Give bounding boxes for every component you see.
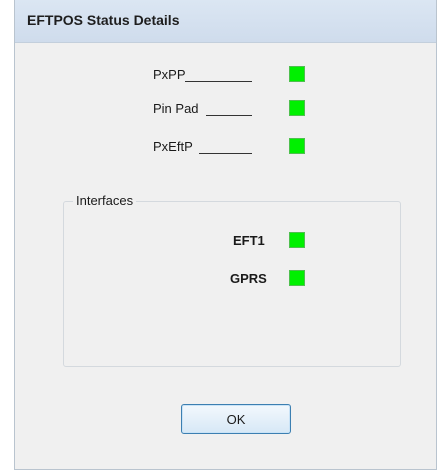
status-leader-line [185, 81, 252, 82]
interface-indicator-gprs [289, 270, 305, 286]
status-label-pxpp: PxPP [153, 67, 186, 82]
window-title: EFTPOS Status Details [27, 12, 180, 28]
status-leader-line [199, 153, 252, 154]
status-indicator-pin-pad [289, 100, 305, 116]
interface-label-eft1: EFT1 [233, 233, 265, 248]
status-indicator-pxeftp [289, 138, 305, 154]
status-label-pin-pad: Pin Pad [153, 101, 199, 116]
interface-indicator-eft1 [289, 232, 305, 248]
status-label-pxeftp: PxEftP [153, 139, 193, 154]
interfaces-group-title: Interfaces [73, 193, 137, 208]
status-leader-line [206, 115, 252, 116]
eftpos-status-dialog: EFTPOS Status Details PxPP Pin Pad PxEft… [14, 0, 437, 470]
status-indicator-pxpp [289, 66, 305, 82]
interface-label-gprs: GPRS [230, 271, 267, 286]
ok-button[interactable]: OK [181, 404, 291, 434]
title-bar[interactable]: EFTPOS Status Details [15, 0, 436, 43]
